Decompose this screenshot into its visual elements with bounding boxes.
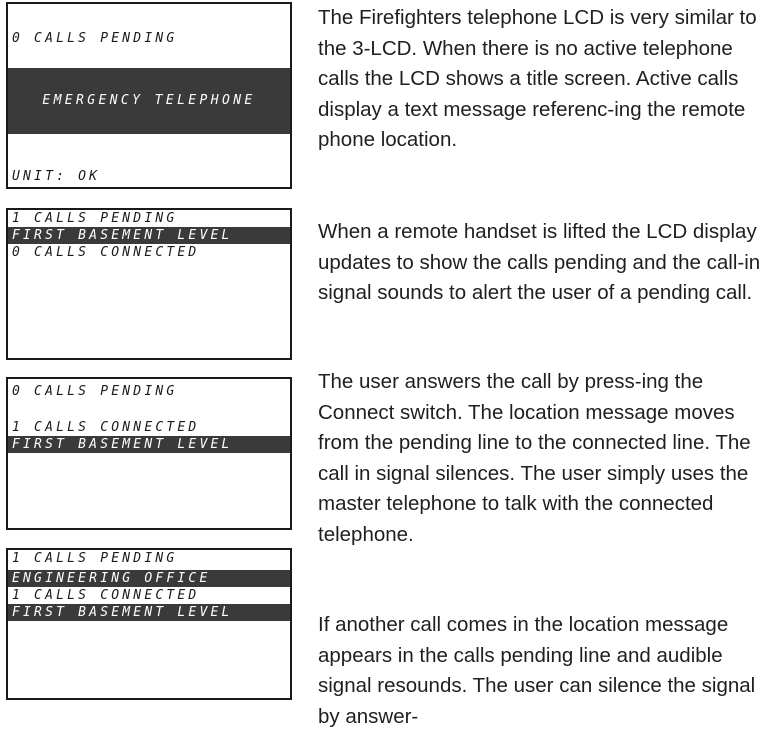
paragraph-second-call: If another call comes in the location me… [318, 613, 756, 728]
paragraph-call-connected: The user answers the call by press-ing t… [318, 370, 751, 546]
lcd-connected-line: 1 CALLS CONNECTED [12, 588, 200, 603]
lcd-call-connected: 0 CALLS PENDING 1 CALLS CONNECTED FIRST … [6, 377, 292, 530]
lcd-title-screen: 0 CALLS PENDING EMERGENCY TELEPHONE UNIT… [6, 2, 292, 189]
paragraph-call-pending: When a remote handset is lifted the LCD … [318, 220, 761, 304]
lcd-unit-status: UNIT: OK [12, 169, 101, 184]
lcd-call-pending: 1 CALLS PENDING FIRST BASEMENT LEVEL 0 C… [6, 208, 292, 360]
lcd-second-call: 1 CALLS PENDING ENGINEERING OFFICE 1 CAL… [6, 548, 292, 700]
lcd-connected-line: 0 CALLS CONNECTED [12, 245, 200, 260]
lcd-connected-line: 1 CALLS CONNECTED [12, 420, 200, 435]
lcd-pending-line: 1 CALLS PENDING [12, 551, 178, 566]
lcd-pending-line: 1 CALLS PENDING [12, 211, 178, 226]
lcd-pending-location: FIRST BASEMENT LEVEL [8, 227, 290, 244]
lcd-title-banner: EMERGENCY TELEPHONE [8, 68, 290, 134]
lcd-connected-location: FIRST BASEMENT LEVEL [8, 604, 290, 621]
lcd-pending-location: ENGINEERING OFFICE [8, 570, 290, 587]
lcd-pending-line: 0 CALLS PENDING [12, 384, 178, 399]
paragraph-title-screen: The Firefighters telephone LCD is very s… [318, 6, 757, 151]
description-column: The Firefighters telephone LCD is very s… [318, 0, 770, 732]
lcd-pending-line: 0 CALLS PENDING [12, 31, 178, 46]
lcd-connected-location: FIRST BASEMENT LEVEL [8, 436, 290, 453]
